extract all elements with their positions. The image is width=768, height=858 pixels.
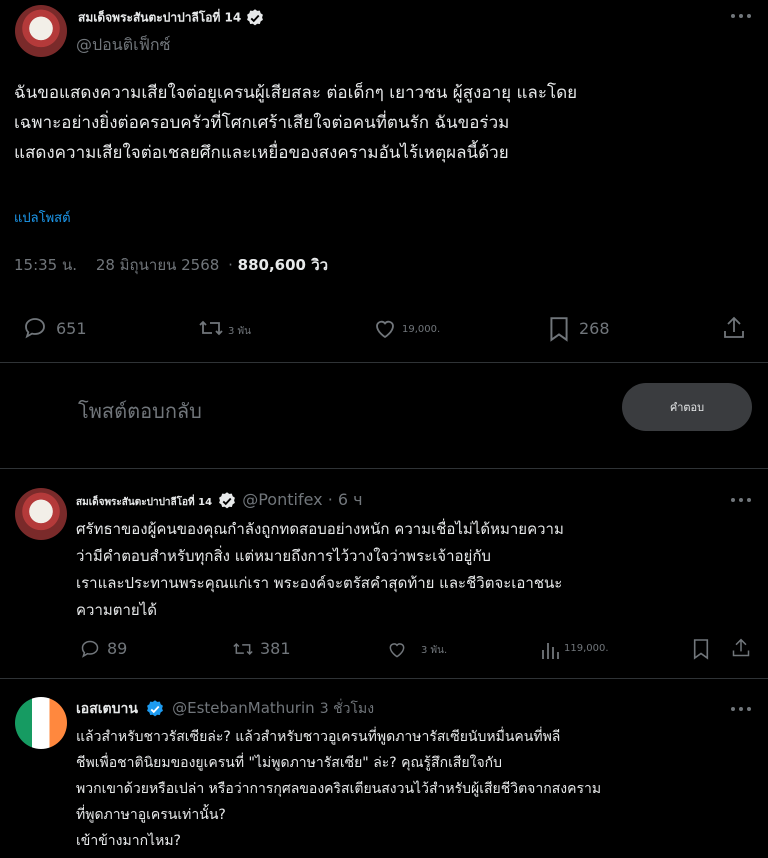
reply2-text-line: ชีพเพื่อชาตินิยมของยูเครนที่ "ไม่พูดภาษา… bbox=[76, 755, 503, 771]
divider bbox=[0, 468, 768, 469]
post-text-line: แสดงความเสียใจต่อเชลยศึกและเหยื่อของสงคร… bbox=[14, 143, 509, 163]
reply1-text-line: ว่ามีคำตอบสำหรับทุกสิ่ง แต่หมายถึงการไว้… bbox=[76, 547, 491, 565]
reply1-time[interactable]: · 6 ч bbox=[328, 490, 363, 509]
reply-icon[interactable] bbox=[22, 316, 48, 340]
divider bbox=[0, 362, 768, 363]
reply2-text-line: พวกเขาด้วยหรือเปล่า หรือว่าการกุศลของคริ… bbox=[76, 781, 602, 797]
more-options-icon[interactable] bbox=[730, 703, 752, 715]
author-name[interactable]: สมเด็จพระสันตะปาปาลีโอที่ 14 bbox=[78, 11, 241, 25]
bookmark-icon[interactable] bbox=[548, 316, 570, 342]
translate-post-link[interactable]: แปลโพสต์ bbox=[14, 207, 71, 228]
reply-submit-button[interactable]: คำตอบ bbox=[622, 383, 752, 431]
reply1-author-name[interactable]: สมเด็จพระสันตะปาปาลีโอที่ 14 bbox=[76, 497, 212, 508]
author-avatar[interactable] bbox=[15, 5, 67, 57]
reply-submit-label: คำตอบ bbox=[669, 401, 705, 414]
author-handle[interactable]: @ปอนติเฟ็กซ์ bbox=[76, 33, 170, 58]
reply2-text-line: แล้วสำหรับชาวรัสเซียล่ะ? แล้วสำหรับชาวอู… bbox=[76, 729, 561, 745]
reply2-time[interactable]: 3 ชั่วโมง bbox=[320, 701, 374, 717]
reply2-text-line: ที่พูดภาษาอูเครนเท่านั้น? bbox=[76, 807, 226, 823]
reply-icon[interactable] bbox=[79, 639, 101, 659]
reply1-text-line: ศรัทธาของผู้คนของคุณกำลังถูกทดสอบอย่างหน… bbox=[76, 520, 564, 538]
reply1-handle[interactable]: @Pontifex bbox=[242, 490, 322, 509]
post-time[interactable]: 15:35 น. bbox=[14, 256, 77, 274]
post-meta: 15:35 น. 28 มิถุนายน 2568 · 880,600 วิว bbox=[14, 256, 329, 274]
share-icon[interactable] bbox=[731, 637, 751, 659]
verified-badge-icon bbox=[217, 491, 237, 511]
reply1-author-line: สมเด็จพระสันตะปาปาลีโอที่ 14 @Pontifex ·… bbox=[76, 490, 363, 511]
reply1-text-line: ความตายได้ bbox=[76, 601, 158, 619]
post-text: ฉันขอแสดงความเสียใจต่อยูเครนผู้เสียสละ ต… bbox=[14, 78, 754, 168]
reply2-handle[interactable]: @EstebanMathurin bbox=[172, 699, 315, 717]
reply1-text: ศรัทธาของผู้คนของคุณกำลังถูกทดสอบอย่างหน… bbox=[76, 516, 756, 624]
reply2-text-line: เข้าข้างมากไหม? bbox=[76, 833, 181, 849]
post-text-line: ฉันขอแสดงความเสียใจต่อยูเครนผู้เสียสละ ต… bbox=[14, 83, 578, 103]
repost-count: 3 พัน bbox=[228, 326, 251, 337]
verified-badge-icon bbox=[245, 8, 265, 28]
views-icon[interactable] bbox=[540, 638, 560, 660]
reply2-author-name[interactable]: เอสเตบาน bbox=[76, 701, 138, 717]
reply2-text: แล้วสำหรับชาวรัสเซียล่ะ? แล้วสำหรับชาวอู… bbox=[76, 724, 761, 854]
share-icon[interactable] bbox=[722, 315, 746, 341]
repost-icon[interactable] bbox=[230, 639, 256, 659]
more-options-icon[interactable] bbox=[730, 494, 752, 506]
reply1-repost-count: 381 bbox=[260, 639, 291, 658]
like-count: 19,000. bbox=[402, 324, 441, 335]
reply1-reply-count: 89 bbox=[107, 639, 128, 658]
reply-count: 651 bbox=[56, 319, 87, 338]
like-icon[interactable] bbox=[386, 640, 408, 660]
reply2-author-line: เอสเตบาน @EstebanMathurin 3 ชั่วโมง bbox=[76, 698, 374, 720]
bookmark-count: 268 bbox=[579, 319, 610, 338]
bookmark-icon[interactable] bbox=[692, 638, 710, 660]
divider bbox=[0, 678, 768, 679]
reply1-text-line: เราและประทานพระคุณแก่เรา พระองค์จะตรัสคำ… bbox=[76, 574, 563, 592]
repost-icon[interactable] bbox=[197, 316, 225, 340]
reply2-avatar[interactable] bbox=[15, 697, 67, 749]
reply1-avatar[interactable] bbox=[15, 488, 67, 540]
reply1-like-count: 3 พัน. bbox=[421, 645, 448, 656]
post-text-line: เฉพาะอย่างยิ่งต่อครอบครัวที่โศกเศร้าเสีย… bbox=[14, 113, 510, 133]
like-icon[interactable] bbox=[372, 317, 398, 341]
more-options-icon[interactable] bbox=[730, 10, 752, 22]
author-line: สมเด็จพระสันตะปาปาลีโอที่ 14 bbox=[78, 8, 265, 28]
reply1-views-count: 119,000. bbox=[564, 643, 609, 654]
reply-input[interactable]: โพสต์ตอบกลับ bbox=[78, 395, 202, 427]
post-date[interactable]: 28 มิถุนายน 2568 bbox=[96, 256, 220, 274]
post-views: 880,600 วิว bbox=[237, 256, 329, 274]
verified-badge-icon bbox=[145, 699, 165, 719]
